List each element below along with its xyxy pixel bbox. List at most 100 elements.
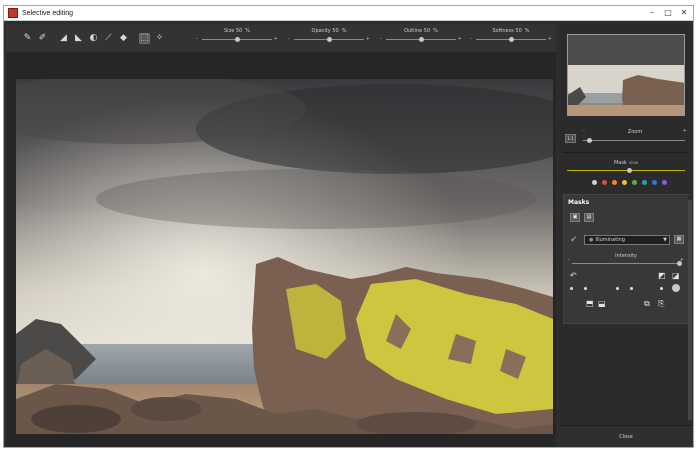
- mask-list-icon[interactable]: ▤: [584, 213, 594, 222]
- opacity-slider[interactable]: Opacity 50% - +: [288, 28, 370, 48]
- pipette-icon[interactable]: ⟋: [103, 33, 114, 44]
- mask-layer-name: Illuminating: [595, 237, 625, 243]
- right-panel: 1:1 Zoom - + Mask view Masks ▣ ▤ ✔ ● Ill…: [559, 24, 693, 447]
- mask-view-label: Mask: [613, 160, 627, 166]
- selective-editing-window: Selective editing – □ ✕ ✎ ✐ ◢ ◣ ◐ ⟋ ◆ ⬚ …: [3, 5, 694, 448]
- brush-icon[interactable]: ✎: [22, 33, 33, 44]
- brush-size-medium-icon[interactable]: [584, 287, 587, 290]
- intensity-knob[interactable]: [677, 261, 682, 266]
- zoom-in-button[interactable]: +: [683, 128, 687, 134]
- auto-brush-icon[interactable]: ✐: [37, 33, 48, 44]
- mask-view-knob[interactable]: [627, 168, 632, 173]
- mask-layer-select[interactable]: ● Illuminating ▼: [584, 235, 670, 245]
- minimize-button[interactable]: –: [645, 8, 659, 18]
- panel-scrollbar[interactable]: [688, 196, 692, 424]
- save-mask-icon[interactable]: ⬓: [598, 299, 606, 308]
- mask-color-swatches: [592, 180, 672, 185]
- opacity-knob[interactable]: [327, 37, 332, 42]
- gradient-icon[interactable]: ◐: [88, 33, 99, 44]
- navigator-thumbnail[interactable]: [567, 34, 685, 116]
- fit-to-window-button[interactable]: 1:1: [565, 134, 576, 143]
- mask-color-green[interactable]: [632, 180, 637, 185]
- auto-eraser-icon[interactable]: ◣: [73, 33, 84, 44]
- fill-icon[interactable]: ◆: [118, 33, 129, 44]
- opacity-unit: %: [341, 28, 347, 34]
- mask-color-yellow[interactable]: [622, 180, 627, 185]
- paste-mask-icon[interactable]: ⎘: [658, 299, 664, 309]
- photo-preview[interactable]: [16, 79, 553, 434]
- mask-color-blue[interactable]: [652, 180, 657, 185]
- brush-size-small-icon[interactable]: [570, 287, 573, 290]
- masks-panel: Masks ▣ ▤ ✔ ● Illuminating ▼ ▦ Intensity …: [563, 194, 689, 324]
- maximize-button[interactable]: □: [661, 8, 675, 18]
- outline-value: 50: [423, 28, 431, 34]
- outline-decrease-button[interactable]: -: [380, 36, 382, 42]
- softness-label: Softness: [492, 28, 514, 34]
- toolbar: ✎ ✐ ◢ ◣ ◐ ⟋ ◆ ⬚ ✧ Size 50% - + Opacity 5…: [6, 24, 556, 52]
- mask-color-white[interactable]: [592, 180, 597, 185]
- panel-scroll-thumb[interactable]: [688, 200, 692, 420]
- navigator-photo: [568, 35, 684, 115]
- mask-color-orange[interactable]: [612, 180, 617, 185]
- softness-knob[interactable]: [509, 37, 514, 42]
- seascape-photo: [16, 79, 553, 434]
- softness-increase-button[interactable]: +: [548, 36, 552, 42]
- opacity-increase-button[interactable]: +: [366, 36, 370, 42]
- zoom-slider[interactable]: [583, 140, 685, 141]
- brush-hard-large-icon[interactable]: [672, 284, 680, 292]
- intensity-decrease-button[interactable]: -: [568, 257, 570, 263]
- opacity-value: 50: [332, 28, 339, 34]
- title-bar: Selective editing – □ ✕: [4, 6, 693, 21]
- chevron-down-icon: ▼: [663, 237, 667, 243]
- mask-view-control: Mask view: [563, 158, 689, 192]
- size-increase-button[interactable]: +: [274, 36, 278, 42]
- footer: Close: [559, 425, 693, 447]
- outline-unit: %: [433, 28, 438, 34]
- size-knob[interactable]: [235, 37, 240, 42]
- invert-mask-icon[interactable]: ◩: [658, 271, 666, 280]
- softness-slider[interactable]: Softness 50% - +: [470, 28, 552, 48]
- copy-mask-icon[interactable]: ⧉: [644, 299, 650, 309]
- mask-color-red[interactable]: [602, 180, 607, 185]
- window-title: Selective editing: [22, 9, 73, 17]
- magic-wand-icon[interactable]: ✧: [154, 33, 165, 44]
- mask-color-violet[interactable]: [662, 180, 667, 185]
- intensity-slider[interactable]: [572, 263, 680, 264]
- zoom-knob[interactable]: [587, 138, 592, 143]
- mask-view-sub-label: view: [628, 160, 639, 165]
- mask-visible-check-icon[interactable]: ✔: [570, 235, 578, 245]
- clear-mask-icon[interactable]: ◪: [672, 271, 680, 280]
- softness-unit: %: [524, 28, 530, 34]
- mask-options-icon[interactable]: ▦: [674, 235, 684, 244]
- opacity-decrease-button[interactable]: -: [288, 36, 290, 42]
- brush-soft-medium-icon[interactable]: [630, 287, 633, 290]
- size-decrease-button[interactable]: -: [196, 36, 198, 42]
- layer-color-dot-icon: ●: [589, 237, 594, 243]
- masks-title: Masks: [568, 199, 590, 206]
- new-mask-icon[interactable]: ▣: [570, 213, 580, 222]
- close-window-button[interactable]: ✕: [677, 8, 691, 18]
- brush-hard-small-icon[interactable]: [660, 287, 663, 290]
- outline-knob[interactable]: [419, 37, 424, 42]
- outline-label: Outline: [404, 28, 423, 34]
- zoom-label: Zoom: [627, 129, 643, 135]
- softness-decrease-button[interactable]: -: [470, 36, 472, 42]
- size-unit: %: [245, 28, 250, 34]
- close-button[interactable]: Close: [567, 430, 685, 444]
- outline-slider[interactable]: Outline 50% - +: [380, 28, 462, 48]
- eraser-icon[interactable]: ◢: [58, 33, 69, 44]
- zoom-out-button[interactable]: -: [583, 128, 585, 134]
- size-slider[interactable]: Size 50% - +: [196, 28, 278, 48]
- mask-view-slider[interactable]: [567, 170, 685, 171]
- brush-soft-small-icon[interactable]: [616, 287, 619, 290]
- intensity-label: Intensity: [615, 253, 637, 259]
- outline-increase-button[interactable]: +: [458, 36, 462, 42]
- mask-color-teal[interactable]: [642, 180, 647, 185]
- load-mask-icon[interactable]: ⬒: [586, 299, 594, 308]
- editing-canvas[interactable]: [6, 52, 556, 447]
- select-icon[interactable]: ⬚: [139, 32, 150, 44]
- undo-icon[interactable]: ↶: [570, 271, 577, 280]
- app-icon: [8, 8, 18, 18]
- divider: [563, 152, 689, 153]
- zoom-control: 1:1 Zoom - +: [563, 128, 689, 148]
